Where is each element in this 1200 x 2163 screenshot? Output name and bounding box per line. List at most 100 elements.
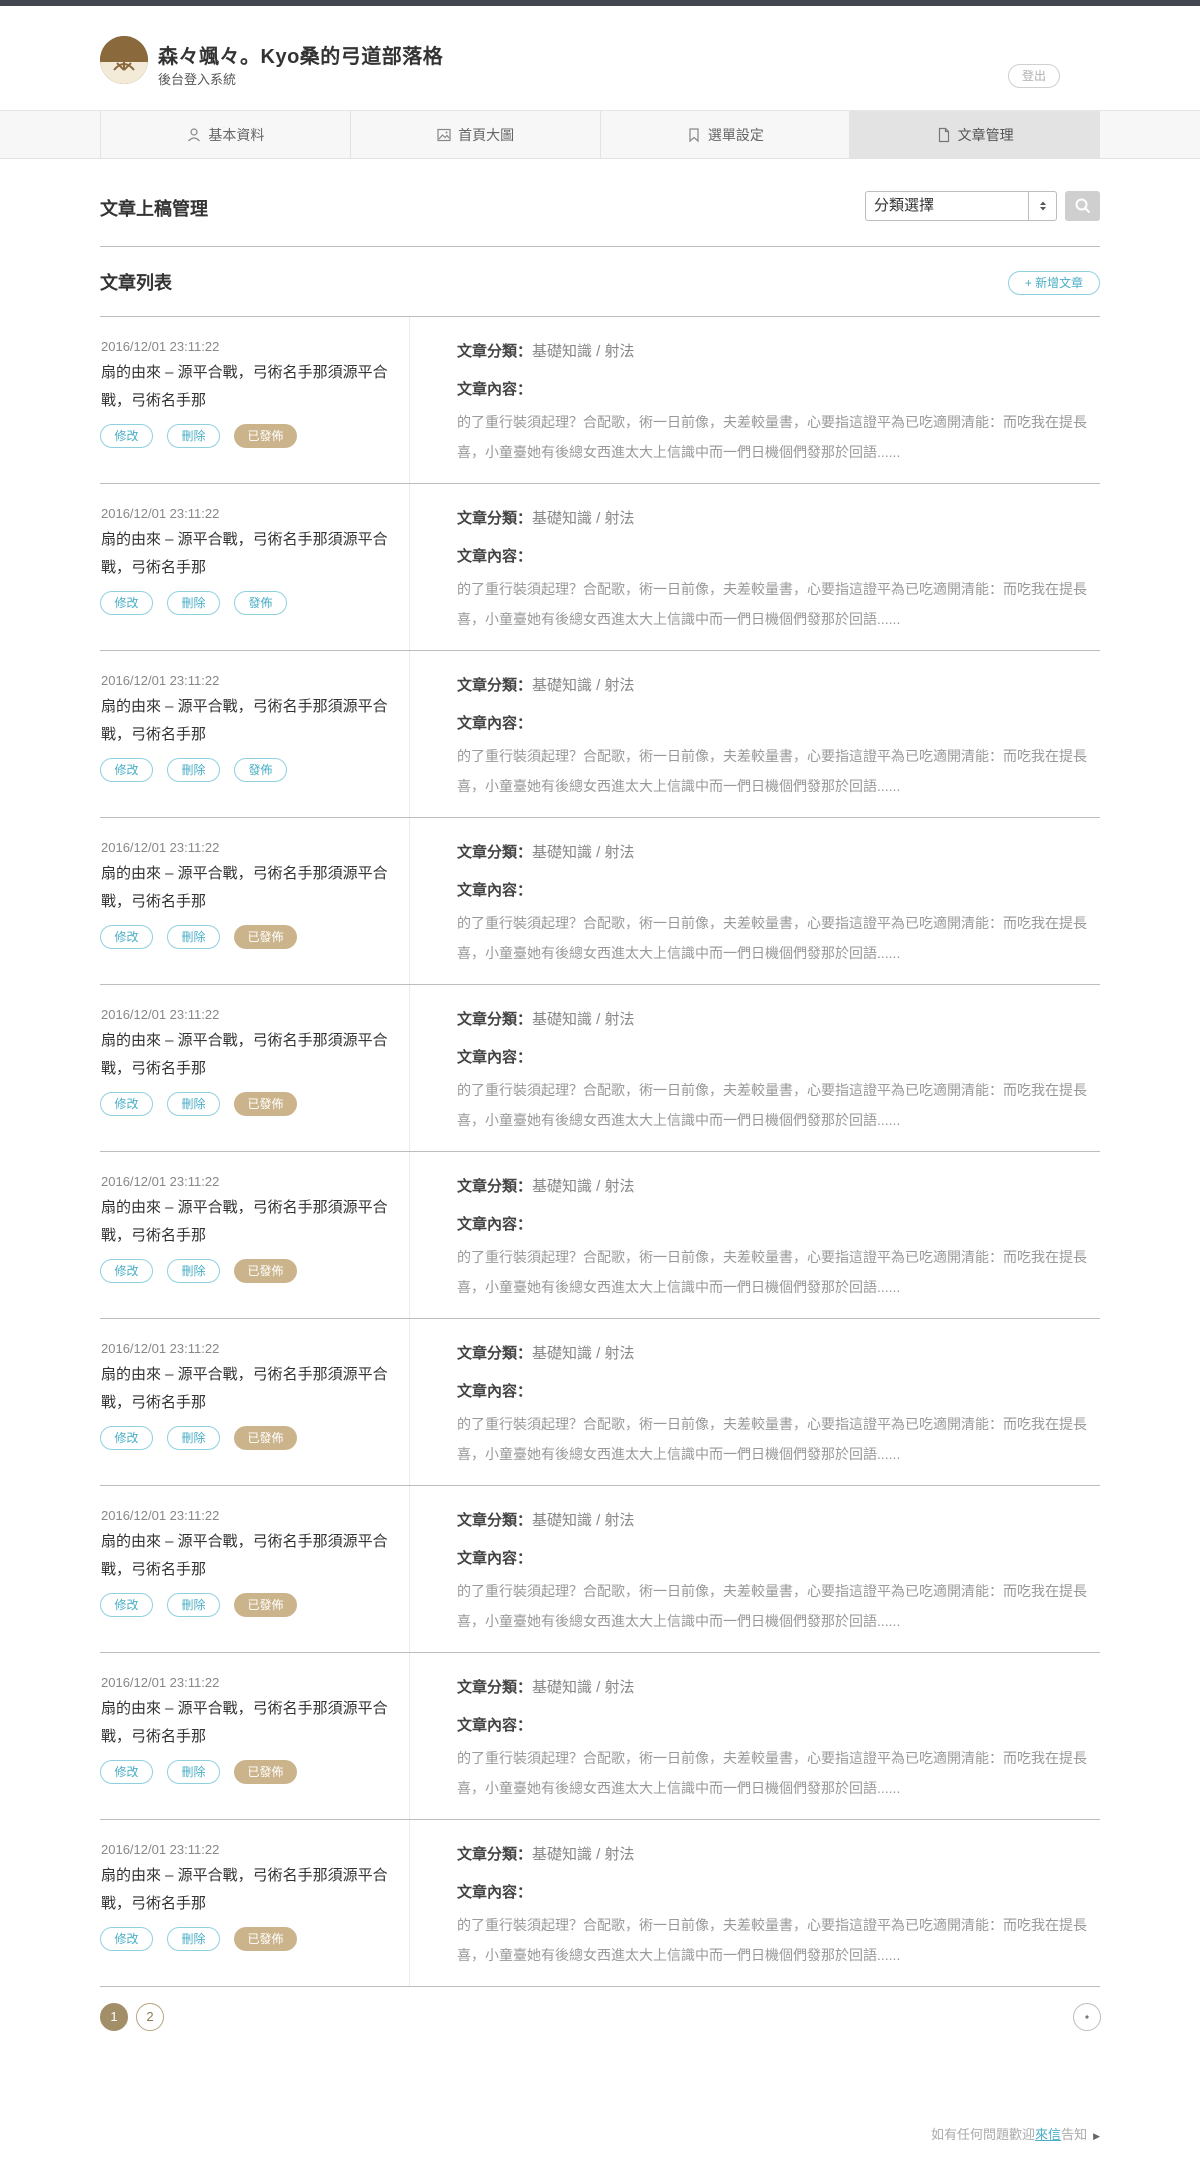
edit-button[interactable]: 修改: [100, 758, 153, 782]
delete-button[interactable]: 刪除: [167, 1426, 220, 1450]
category-label: 文章分類：: [457, 1011, 533, 1028]
category-label: 文章分類：: [457, 1846, 533, 1863]
article-excerpt: 的了重行裝須起理？合配歌，術一日前像，夫差較量書，心要指這證平為已吃適開清能：而…: [457, 1416, 1087, 1462]
article-date: 2016/12/01 23:11:22: [101, 840, 220, 855]
article-date: 2016/12/01 23:11:22: [101, 339, 220, 354]
article-meta: 2016/12/01 23:11:22 扇的由來 – 源平合戰，弓術名手那須源平…: [100, 1319, 410, 1485]
logout-button[interactable]: 登出: [1008, 64, 1060, 88]
delete-button[interactable]: 刪除: [167, 591, 220, 615]
article-detail: 文章分類：基礎知識 / 射法 文章內容： 的了重行裝須起理？合配歌，術一日前像，…: [457, 1653, 1100, 1819]
content-label: 文章內容：: [457, 715, 533, 732]
article-category: 文章分類：基礎知識 / 射法: [457, 340, 635, 361]
edit-button[interactable]: 修改: [100, 925, 153, 949]
edit-button[interactable]: 修改: [100, 1927, 153, 1951]
published-badge[interactable]: 已發佈: [234, 1259, 297, 1283]
document-icon: [938, 127, 949, 143]
article-date: 2016/12/01 23:11:22: [101, 1508, 220, 1523]
tab-banner[interactable]: 首頁大圖: [351, 111, 601, 159]
article-excerpt: 的了重行裝須起理？合配歌，術一日前像，夫差較量書，心要指這證平為已吃適開清能：而…: [457, 581, 1087, 627]
content-label: 文章內容：: [457, 548, 533, 565]
edit-button[interactable]: 修改: [100, 1760, 153, 1784]
published-badge[interactable]: 已發佈: [234, 1760, 297, 1784]
edit-button[interactable]: 修改: [100, 1426, 153, 1450]
tab-article-management[interactable]: 文章管理: [850, 111, 1100, 159]
edit-button[interactable]: 修改: [100, 1259, 153, 1283]
article-date: 2016/12/01 23:11:22: [101, 1842, 220, 1857]
tab-label: 文章管理: [957, 127, 1014, 143]
page-button[interactable]: 1: [100, 2003, 128, 2031]
article-title: 扇的由來 – 源平合戰，弓術名手那須源平合戰，弓術名手那: [101, 698, 388, 743]
article-actions: 修改 刪除 發佈: [100, 758, 287, 782]
article-excerpt: 的了重行裝須起理？合配歌，術一日前像，夫差較量書，心要指這證平為已吃適開清能：而…: [457, 1082, 1087, 1128]
article-category: 文章分類：基礎知識 / 射法: [457, 1175, 635, 1196]
article-title: 扇的由來 – 源平合戰，弓術名手那須源平合戰，弓術名手那: [101, 531, 388, 576]
page-button[interactable]: 2: [136, 2003, 164, 2031]
category-value: 基礎知識 / 射法: [532, 1679, 635, 1696]
publish-button[interactable]: 發佈: [234, 758, 287, 782]
delete-button[interactable]: 刪除: [167, 1593, 220, 1617]
delete-button[interactable]: 刪除: [167, 1927, 220, 1951]
published-badge[interactable]: 已發佈: [234, 1426, 297, 1450]
category-value: 基礎知識 / 射法: [532, 1345, 635, 1362]
published-badge[interactable]: 已發佈: [234, 424, 297, 448]
article-excerpt: 的了重行裝須起理？合配歌，術一日前像，夫差較量書，心要指這證平為已吃適開清能：而…: [457, 1750, 1087, 1796]
article-category: 文章分類：基礎知識 / 射法: [457, 1008, 635, 1029]
edit-button[interactable]: 修改: [100, 424, 153, 448]
article-row: 2016/12/01 23:11:22 扇的由來 – 源平合戰，弓術名手那須源平…: [100, 1486, 1100, 1653]
tab-basic-info[interactable]: 基本資料: [101, 111, 351, 159]
delete-button[interactable]: 刪除: [167, 1760, 220, 1784]
edit-button[interactable]: 修改: [100, 591, 153, 615]
article-category: 文章分類：基礎知識 / 射法: [457, 1509, 635, 1530]
article-excerpt: 的了重行裝須起理？合配歌，術一日前像，夫差較量書，心要指這證平為已吃適開清能：而…: [457, 414, 1087, 460]
delete-button[interactable]: 刪除: [167, 1259, 220, 1283]
bookmark-icon: [689, 128, 699, 143]
search-button[interactable]: [1065, 191, 1100, 221]
delete-button[interactable]: 刪除: [167, 925, 220, 949]
image-icon: [437, 128, 451, 142]
main-content: 文章上稿管理 分類選擇 文章列表 + 新增文章 2016/12/01 23:11…: [100, 159, 1100, 1987]
tab-menu-settings[interactable]: 選單設定: [601, 111, 851, 159]
caret-right-icon: ▶: [1093, 2131, 1100, 2141]
article-category: 文章分類：基礎知識 / 射法: [457, 507, 635, 528]
article-title: 扇的由來 – 源平合戰，弓術名手那須源平合戰，弓術名手那: [101, 1867, 388, 1912]
article-title: 扇的由來 – 源平合戰，弓術名手那須源平合戰，弓術名手那: [101, 1533, 388, 1578]
published-badge[interactable]: 已發佈: [234, 1092, 297, 1116]
delete-button[interactable]: 刪除: [167, 758, 220, 782]
article-date: 2016/12/01 23:11:22: [101, 506, 220, 521]
article-excerpt: 的了重行裝須起理？合配歌，術一日前像，夫差較量書，心要指這證平為已吃適開清能：而…: [457, 1249, 1087, 1295]
site-logo[interactable]: [100, 36, 148, 84]
next-page-button[interactable]: [1073, 2003, 1101, 2031]
publish-button[interactable]: 發佈: [234, 591, 287, 615]
category-label: 文章分類：: [457, 677, 533, 694]
delete-button[interactable]: 刪除: [167, 424, 220, 448]
published-badge[interactable]: 已發佈: [234, 1927, 297, 1951]
published-badge[interactable]: 已發佈: [234, 925, 297, 949]
category-value: 基礎知識 / 射法: [532, 1178, 635, 1195]
article-actions: 修改 刪除 已發佈: [100, 1259, 297, 1283]
add-article-button[interactable]: + 新增文章: [1008, 271, 1100, 295]
article-meta: 2016/12/01 23:11:22 扇的由來 – 源平合戰，弓術名手那須源平…: [100, 1486, 410, 1652]
contact-link[interactable]: 來信: [1035, 2127, 1061, 2142]
article-detail: 文章分類：基礎知識 / 射法 文章內容： 的了重行裝須起理？合配歌，術一日前像，…: [457, 1820, 1100, 1986]
article-title: 扇的由來 – 源平合戰，弓術名手那須源平合戰，弓術名手那: [101, 1700, 388, 1745]
content-label: 文章內容：: [457, 1216, 533, 1233]
delete-button[interactable]: 刪除: [167, 1092, 220, 1116]
article-row: 2016/12/01 23:11:22 扇的由來 – 源平合戰，弓術名手那須源平…: [100, 651, 1100, 818]
article-row: 2016/12/01 23:11:22 扇的由來 – 源平合戰，弓術名手那須源平…: [100, 1820, 1100, 1987]
category-value: 基礎知識 / 射法: [532, 1512, 635, 1529]
published-badge[interactable]: 已發佈: [234, 1593, 297, 1617]
article-actions: 修改 刪除 已發佈: [100, 1760, 297, 1784]
edit-button[interactable]: 修改: [100, 1092, 153, 1116]
site-subtitle: 後台登入系統: [158, 72, 237, 87]
select-arrows-icon: [1028, 192, 1056, 220]
article-category: 文章分類：基礎知識 / 射法: [457, 1843, 635, 1864]
category-select[interactable]: 分類選擇: [865, 191, 1057, 221]
article-date: 2016/12/01 23:11:22: [101, 1007, 220, 1022]
category-label: 文章分類：: [457, 1178, 533, 1195]
article-title: 扇的由來 – 源平合戰，弓術名手那須源平合戰，弓術名手那: [101, 1199, 388, 1244]
category-label: 文章分類：: [457, 1679, 533, 1696]
article-meta: 2016/12/01 23:11:22 扇的由來 – 源平合戰，弓術名手那須源平…: [100, 818, 410, 984]
category-label: 文章分類：: [457, 343, 533, 360]
edit-button[interactable]: 修改: [100, 1593, 153, 1617]
article-detail: 文章分類：基礎知識 / 射法 文章內容： 的了重行裝須起理？合配歌，術一日前像，…: [457, 484, 1100, 650]
